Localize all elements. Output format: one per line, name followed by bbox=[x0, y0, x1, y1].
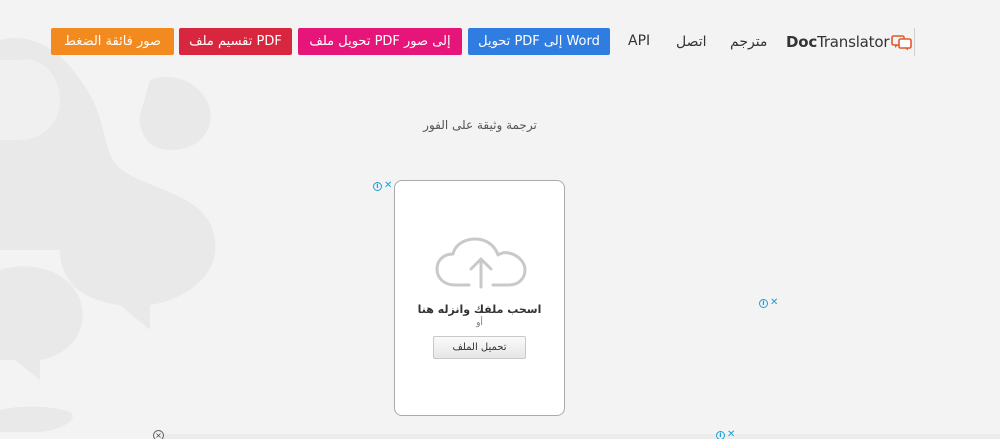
pdf-to-word-button[interactable]: تحويل PDF إلى Word bbox=[468, 28, 610, 55]
bottom-ad-banner bbox=[160, 434, 1000, 439]
ad-info-icon[interactable]: i bbox=[759, 298, 768, 308]
cloud-upload-icon bbox=[435, 237, 527, 289]
ad-close-icon[interactable]: ✕ bbox=[770, 298, 778, 308]
logo[interactable]: DocTranslator bbox=[786, 30, 913, 54]
pdf-to-images-button[interactable]: تحويل ملف PDF إلى صور bbox=[298, 28, 462, 55]
header-divider bbox=[914, 28, 915, 56]
split-pdf-button[interactable]: تقسيم ملف PDF bbox=[179, 28, 292, 55]
ad-choices-bottom[interactable]: i ✕ bbox=[716, 429, 735, 439]
ad-close-icon[interactable]: ✕ bbox=[727, 430, 735, 439]
ad-dismiss-icon[interactable]: × bbox=[153, 430, 164, 439]
upload-dropzone[interactable]: اسحب ملفك وانزله هنا أو تحميل الملف bbox=[394, 180, 565, 416]
logo-text: DocTranslator bbox=[786, 33, 890, 51]
compress-images-button[interactable]: صور فائقة الضغط bbox=[51, 28, 174, 55]
nav-contact-link[interactable]: اتصل bbox=[676, 34, 707, 50]
ad-info-icon[interactable]: i bbox=[373, 181, 382, 191]
nav-translator-link[interactable]: مترجم bbox=[730, 34, 767, 50]
drag-drop-text: اسحب ملفك وانزله هنا bbox=[417, 303, 542, 316]
page: DocTranslator مترجم اتصل API تحويل PDF إ… bbox=[0, 0, 1000, 439]
site-header: DocTranslator مترجم اتصل API تحويل PDF إ… bbox=[0, 0, 1000, 84]
upload-file-button[interactable]: تحميل الملف bbox=[433, 336, 526, 359]
page-subtitle: ترجمة وثيقة على الفور bbox=[423, 118, 537, 132]
or-separator: أو bbox=[476, 318, 483, 328]
ad-choices-right[interactable]: i ✕ bbox=[759, 297, 778, 309]
ad-choices-top[interactable]: i ✕ bbox=[373, 180, 392, 192]
ad-close-icon[interactable]: ✕ bbox=[384, 181, 392, 191]
nav-api-link[interactable]: API bbox=[628, 33, 650, 49]
ad-info-icon[interactable]: i bbox=[716, 430, 725, 439]
speech-bubbles-icon bbox=[891, 35, 913, 51]
